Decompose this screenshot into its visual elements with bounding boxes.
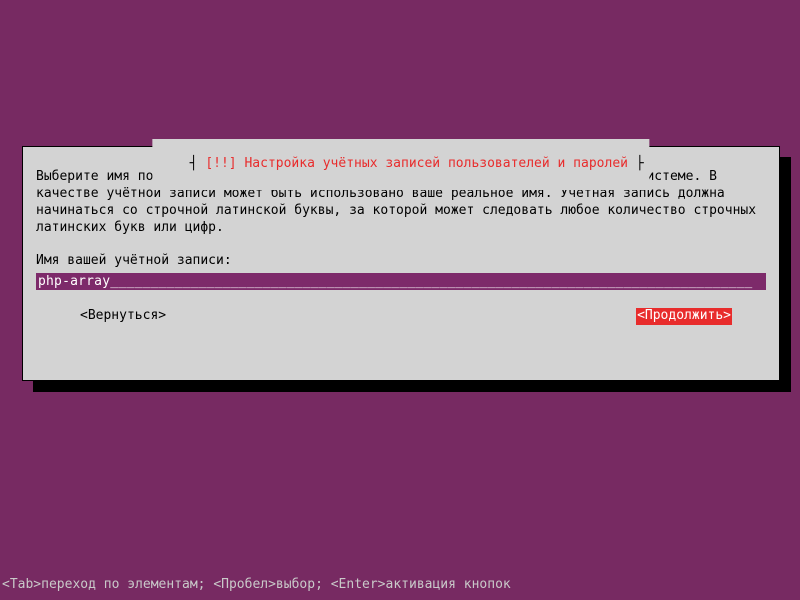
statusbar: <Tab>переход по элементам; <Пробел>выбор…	[2, 577, 511, 594]
title-marker: [!!]	[205, 156, 236, 171]
username-input[interactable]: php-array_______________________________…	[36, 273, 766, 290]
back-button[interactable]: <Вернуться>	[80, 308, 166, 325]
dialog-title: ┤ [!!] Настройка учётных записей пользов…	[152, 139, 649, 190]
continue-button[interactable]: <Продолжить>	[636, 308, 732, 325]
prompt-label: Имя вашей учётной записи:	[36, 253, 766, 270]
title-bracket-left: ┤	[190, 156, 206, 171]
title-bracket-right: ├	[636, 156, 644, 171]
title-text: Настройка учётных записей пользователей …	[237, 156, 636, 171]
dialog-buttons: <Вернуться> <Продолжить>	[36, 308, 766, 325]
dialog: ┤ [!!] Настройка учётных записей пользов…	[22, 146, 780, 381]
